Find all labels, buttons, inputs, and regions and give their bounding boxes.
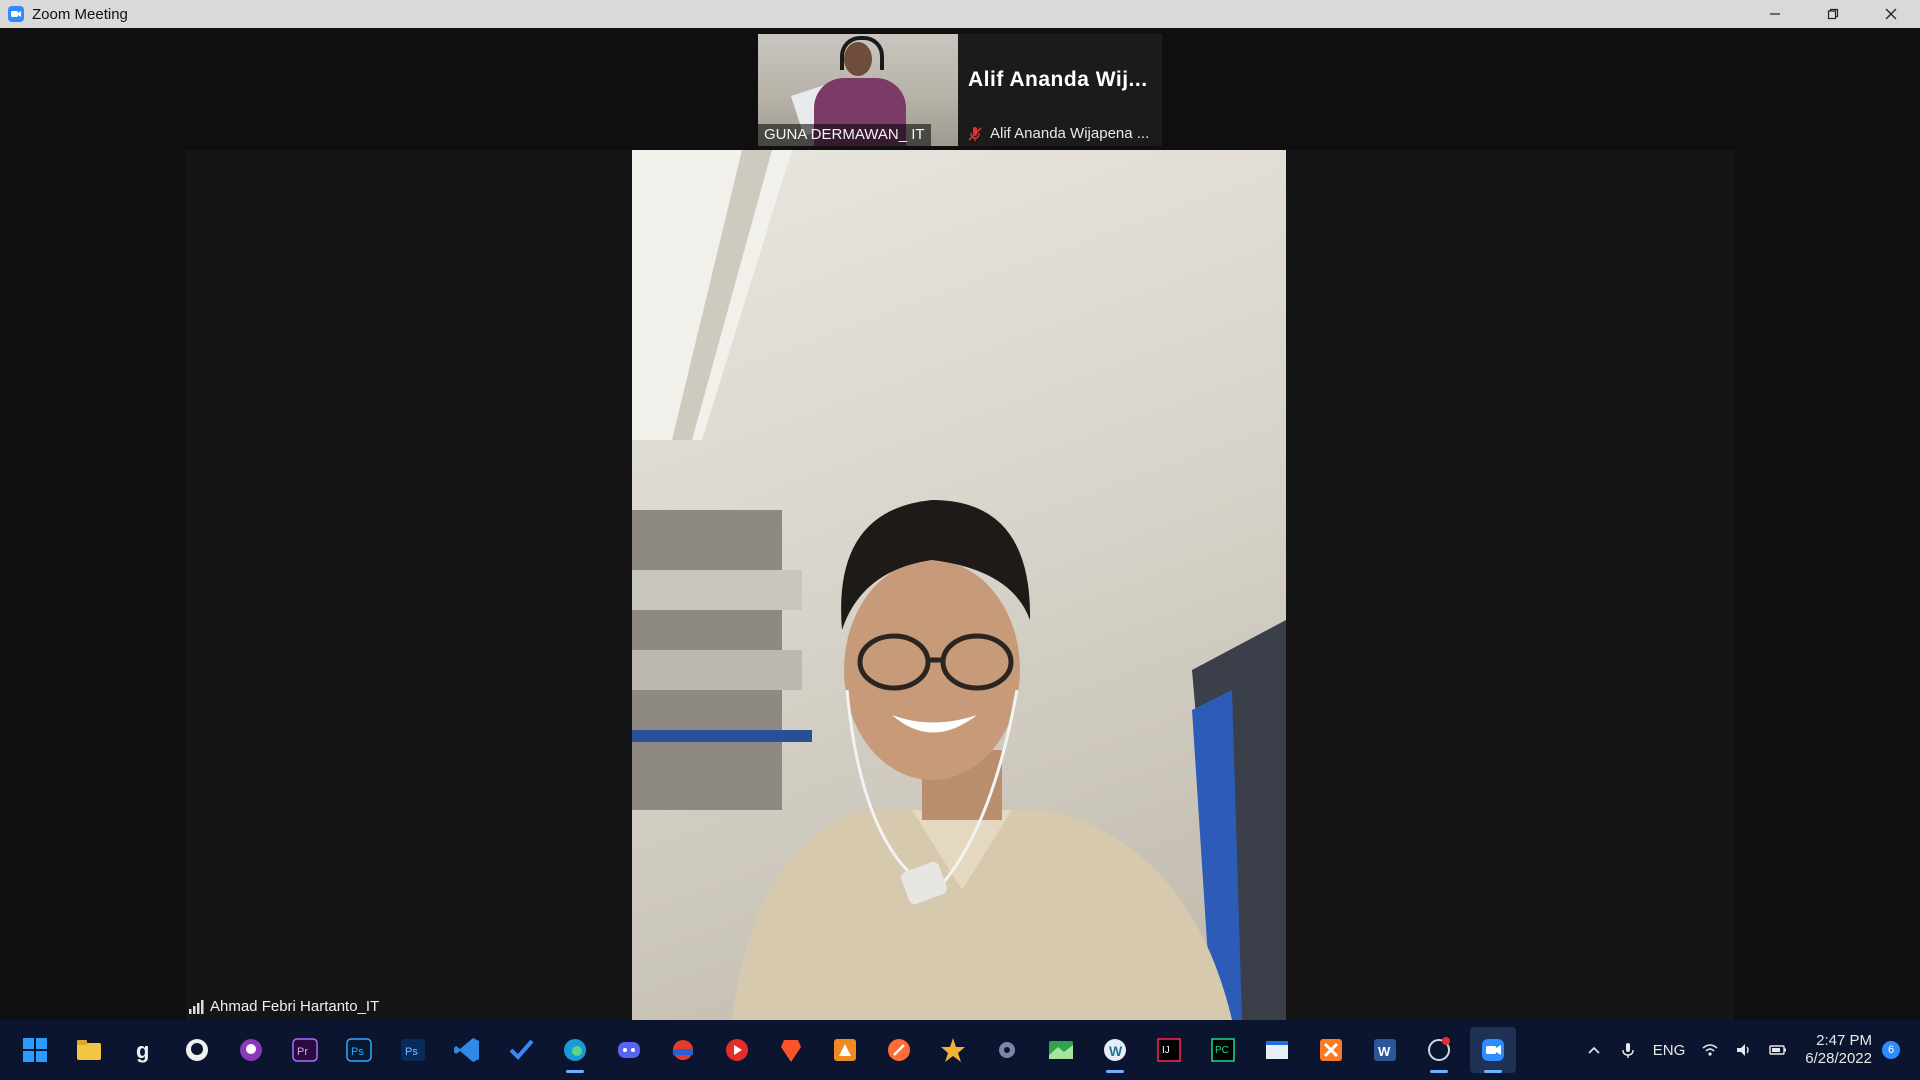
svg-text:IJ: IJ <box>1162 1045 1170 1056</box>
svg-text:W: W <box>1109 1043 1123 1059</box>
android-studio-icon[interactable] <box>1038 1027 1084 1073</box>
microphone-icon[interactable] <box>1619 1041 1637 1059</box>
svg-text:PC: PC <box>1215 1045 1229 1056</box>
participant-name-label: GUNA DERMAWAN_ IT <box>758 124 931 146</box>
windows-start-icon[interactable] <box>12 1027 58 1073</box>
svg-text:g: g <box>136 1038 149 1063</box>
discord-icon[interactable] <box>606 1027 652 1073</box>
github-icon[interactable] <box>174 1027 220 1073</box>
window-titlebar: Zoom Meeting <box>0 0 1920 28</box>
active-speaker-name: Ahmad Febri Hartanto_IT <box>188 998 379 1015</box>
participant-name-label: Alif Ananda Wijapena ... <box>990 125 1150 142</box>
video-scene <box>840 36 884 70</box>
window-title: Zoom Meeting <box>32 5 128 23</box>
windows-taskbar: g Pr Ps Ps W IJ PC W ENG 2:47 PM 6/28/20… <box>0 1020 1920 1080</box>
premiere-icon[interactable]: Pr <box>282 1027 328 1073</box>
svg-text:W: W <box>1378 1044 1391 1059</box>
file-explorer-icon[interactable] <box>66 1027 112 1073</box>
notification-badge[interactable]: 6 <box>1882 1041 1900 1059</box>
app-gear-icon[interactable] <box>984 1027 1030 1073</box>
chevron-up-icon[interactable] <box>1585 1041 1603 1059</box>
restore-icon <box>1827 8 1839 20</box>
zoom-icon[interactable] <box>1470 1027 1516 1073</box>
close-button[interactable] <box>1862 0 1920 28</box>
photoshop-icon[interactable]: Ps <box>336 1027 382 1073</box>
app-window-icon[interactable] <box>1254 1027 1300 1073</box>
app-star-icon[interactable] <box>930 1027 976 1073</box>
youtube-icon[interactable] <box>714 1027 760 1073</box>
participant-strip: GUNA DERMAWAN_ IT Alif Ananda Wij... Ali… <box>758 34 1162 146</box>
battery-icon[interactable] <box>1769 1041 1787 1059</box>
chrome-debug-icon[interactable] <box>1416 1027 1462 1073</box>
minimize-button[interactable] <box>1746 0 1804 28</box>
postman-icon[interactable] <box>876 1027 922 1073</box>
brave-icon[interactable] <box>768 1027 814 1073</box>
tasks-icon[interactable] <box>498 1027 544 1073</box>
wifi-icon[interactable] <box>1701 1041 1719 1059</box>
mic-muted-icon <box>968 126 982 141</box>
xampp-icon[interactable] <box>1308 1027 1354 1073</box>
participant-tile-video[interactable]: GUNA DERMAWAN_ IT <box>758 34 958 146</box>
minimize-icon <box>1770 13 1780 15</box>
meeting-area: GUNA DERMAWAN_ IT Alif Ananda Wij... Ali… <box>0 28 1920 1020</box>
speaker-name-label: Ahmad Febri Hartanto_IT <box>210 998 380 1015</box>
restore-button[interactable] <box>1804 0 1862 28</box>
clock-time: 2:47 PM <box>1816 1032 1872 1049</box>
participant-display-name: Alif Ananda Wij... <box>968 68 1148 91</box>
github-desktop-icon[interactable] <box>228 1027 274 1073</box>
app-game-icon[interactable] <box>660 1027 706 1073</box>
participant-name-row: Alif Ananda Wijapena ... <box>968 125 1149 142</box>
clock[interactable]: 2:47 PM 6/28/2022 <box>1805 1032 1872 1068</box>
zoom-app-icon <box>8 6 24 22</box>
speaker-video-frame <box>632 150 1286 1020</box>
intellij-icon[interactable]: IJ <box>1146 1027 1192 1073</box>
word-icon[interactable]: W <box>1362 1027 1408 1073</box>
vscode-icon[interactable] <box>444 1027 490 1073</box>
app-g-icon[interactable]: g <box>120 1027 166 1073</box>
connection-signal-icon <box>189 999 204 1014</box>
system-tray: ENG 2:47 PM 6/28/2022 6 <box>1577 1020 1900 1080</box>
pycharm-icon[interactable]: PC <box>1200 1027 1246 1073</box>
participant-tile-avatar[interactable]: Alif Ananda Wij... Alif Ananda Wijapena … <box>958 34 1162 146</box>
clock-date: 6/28/2022 <box>1805 1050 1872 1067</box>
active-speaker-video[interactable] <box>632 150 1286 1020</box>
svg-text:Ps: Ps <box>405 1046 418 1058</box>
volume-icon[interactable] <box>1735 1041 1753 1059</box>
language-indicator[interactable]: ENG <box>1653 1042 1686 1059</box>
edge-icon[interactable] <box>552 1027 598 1073</box>
wordpress-icon[interactable]: W <box>1092 1027 1138 1073</box>
photoshop-alt-icon[interactable]: Ps <box>390 1027 436 1073</box>
svg-text:Pr: Pr <box>297 1046 308 1058</box>
svg-text:Ps: Ps <box>351 1046 364 1058</box>
close-icon <box>1885 8 1897 20</box>
app-orange-icon[interactable] <box>822 1027 868 1073</box>
